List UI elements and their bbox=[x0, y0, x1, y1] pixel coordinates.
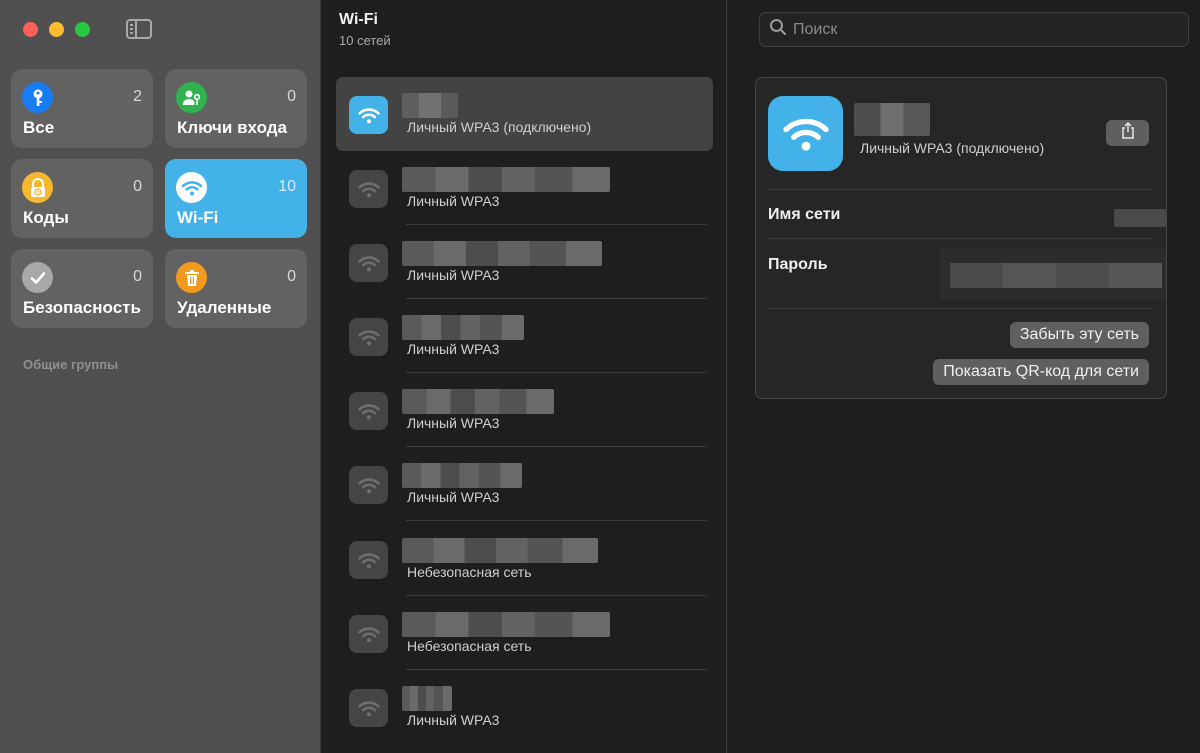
row-divider bbox=[406, 520, 707, 521]
wifi-icon bbox=[349, 615, 388, 653]
network-row[interactable]: Небезопасная сеть bbox=[336, 522, 713, 596]
tile-all[interactable]: 2 Все bbox=[11, 69, 153, 148]
network-security-label: Небезопасная сеть bbox=[407, 564, 532, 580]
search-input[interactable] bbox=[793, 20, 1173, 39]
zoom-window-button[interactable] bbox=[75, 22, 90, 37]
network-security-label: Личный WPA3 bbox=[407, 193, 500, 209]
tile-security[interactable]: 0 Безопасность bbox=[11, 249, 153, 328]
network-name-redacted bbox=[402, 167, 610, 192]
tile-count: 0 bbox=[287, 88, 296, 105]
shared-groups-heading: Общие группы bbox=[23, 357, 119, 372]
network-row[interactable]: Личный WPA3 bbox=[336, 373, 713, 447]
network-security-label: Небезопасная сеть bbox=[407, 638, 532, 654]
share-button[interactable] bbox=[1106, 120, 1149, 146]
network-name-redacted bbox=[402, 463, 522, 488]
sidebar-toggle-icon[interactable] bbox=[126, 19, 152, 39]
show-qr-code-button[interactable]: Показать QR-код для сети bbox=[933, 359, 1149, 385]
tile-wifi[interactable]: 10 Wi-Fi bbox=[165, 159, 307, 238]
tile-count: 10 bbox=[278, 178, 296, 195]
tile-label: Коды bbox=[23, 208, 69, 227]
window-controls bbox=[23, 22, 90, 37]
divider bbox=[768, 238, 1152, 239]
trash-icon bbox=[176, 262, 207, 293]
network-row[interactable]: Личный WPA3 bbox=[336, 151, 713, 225]
search-field[interactable] bbox=[759, 12, 1189, 47]
tile-codes[interactable]: 0 Коды bbox=[11, 159, 153, 238]
network-row[interactable]: Личный WPA3 bbox=[336, 670, 713, 744]
divider bbox=[768, 189, 1152, 190]
divider bbox=[768, 308, 1152, 309]
tile-passkeys[interactable]: 0 Ключи входа bbox=[165, 69, 307, 148]
password-blur bbox=[950, 263, 1162, 288]
network-row[interactable]: Личный WPA3 bbox=[336, 447, 713, 521]
share-icon bbox=[1121, 121, 1135, 144]
wifi-icon bbox=[349, 466, 388, 504]
category-tiles: 2 Все 0 Ключи входа 0 Коды 10 Wi-Fi 0 Бе… bbox=[11, 69, 307, 328]
network-row[interactable]: Личный WPA3 bbox=[336, 299, 713, 373]
wifi-icon bbox=[349, 170, 388, 208]
network-name-redacted bbox=[402, 612, 610, 637]
network-name-label: Имя сети bbox=[768, 206, 841, 223]
network-name-redacted bbox=[402, 315, 524, 340]
wifi-icon bbox=[768, 96, 843, 171]
wifi-icon bbox=[349, 244, 388, 282]
tile-label: Ключи входа bbox=[177, 118, 287, 137]
network-name-redacted bbox=[854, 103, 930, 136]
tile-label: Все bbox=[23, 118, 55, 137]
tile-count: 2 bbox=[133, 88, 142, 105]
close-window-button[interactable] bbox=[23, 22, 38, 37]
tile-count: 0 bbox=[287, 268, 296, 285]
network-security-label: Личный WPA3 bbox=[407, 712, 500, 728]
tile-label: Безопасность bbox=[23, 298, 141, 317]
network-security-label: Личный WPA3 bbox=[407, 415, 500, 431]
wifi-icon bbox=[349, 318, 388, 356]
password-label: Пароль bbox=[768, 256, 828, 273]
tile-label: Удаленные bbox=[177, 298, 272, 317]
minimize-window-button[interactable] bbox=[49, 22, 64, 37]
wifi-icon bbox=[349, 392, 388, 430]
network-name-redacted bbox=[402, 686, 452, 711]
tile-count: 0 bbox=[133, 268, 142, 285]
forget-network-button[interactable]: Забыть эту сеть bbox=[1009, 322, 1149, 348]
search-icon bbox=[769, 18, 787, 41]
tile-count: 0 bbox=[133, 178, 142, 195]
network-row[interactable]: Небезопасная сеть bbox=[336, 596, 713, 670]
sidebar: 2 Все 0 Ключи входа 0 Коды 10 Wi-Fi 0 Бе… bbox=[0, 0, 321, 753]
network-security-label: Личный WPA3 bbox=[407, 267, 500, 283]
detail-pane: Личный WPA3 (подключено) Имя сети Пароль… bbox=[728, 0, 1200, 753]
list-title: Wi-Fi bbox=[339, 11, 378, 28]
network-list-pane: Wi-Fi 10 сетей Личный WPA3 (подключено) … bbox=[322, 0, 727, 753]
lock-clock-icon bbox=[22, 172, 53, 203]
wifi-icon bbox=[349, 689, 388, 727]
network-name-redacted bbox=[402, 93, 458, 118]
network-security-label: Личный WPA3 bbox=[407, 489, 500, 505]
network-name-redacted bbox=[402, 389, 554, 414]
network-detail-card: Личный WPA3 (подключено) Имя сети Пароль… bbox=[755, 77, 1167, 399]
network-row[interactable]: Личный WPA3 (подключено) bbox=[336, 77, 713, 151]
network-name-redacted bbox=[402, 241, 602, 266]
network-name-value-redacted[interactable] bbox=[1114, 209, 1166, 227]
network-security-label: Личный WPA3 (подключено) bbox=[407, 119, 592, 135]
wifi-icon bbox=[176, 172, 207, 203]
network-security-label: Личный WPA3 (подключено) bbox=[860, 140, 1045, 156]
tile-label: Wi-Fi bbox=[177, 208, 219, 227]
wifi-icon bbox=[349, 96, 388, 134]
network-name-redacted bbox=[402, 538, 598, 563]
list-subtitle: 10 сетей bbox=[339, 33, 391, 48]
checkmark-icon bbox=[22, 262, 53, 293]
password-value-redacted[interactable] bbox=[940, 248, 1166, 301]
network-row[interactable]: Личный WPA3 bbox=[336, 225, 713, 299]
tile-deleted[interactable]: 0 Удаленные bbox=[165, 249, 307, 328]
key-icon bbox=[22, 82, 53, 113]
wifi-icon bbox=[349, 541, 388, 579]
network-security-label: Личный WPA3 bbox=[407, 341, 500, 357]
person-key-icon bbox=[176, 82, 207, 113]
